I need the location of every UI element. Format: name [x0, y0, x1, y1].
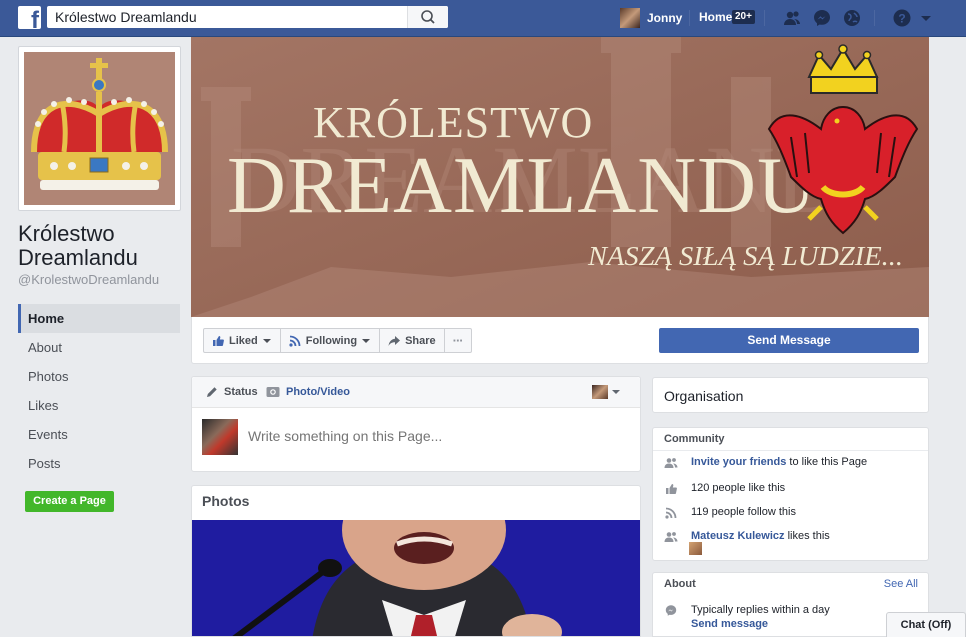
nav-item-events[interactable]: Events: [18, 420, 180, 449]
tab-photo-video[interactable]: Photo/Video: [266, 386, 350, 398]
post-composer: Status Photo/Video: [191, 376, 641, 472]
search-box: [47, 6, 448, 28]
tab-photo-video-label: Photo/Video: [286, 386, 350, 398]
nav-item-home[interactable]: Home: [18, 304, 180, 333]
top-bar: f Jonny Home 20+ ?: [0, 0, 966, 37]
invite-friends-row: Invite your friends to like this Page: [664, 456, 867, 469]
post-input[interactable]: [248, 428, 628, 444]
notifications-globe-icon[interactable]: [842, 8, 862, 28]
photos-title[interactable]: Photos: [192, 486, 640, 520]
following-button[interactable]: Following: [281, 329, 381, 352]
cover-title-line1: KRÓLESTWO: [313, 98, 593, 147]
profile-picture[interactable]: [18, 46, 181, 211]
likes-count[interactable]: 120 people like this: [691, 482, 785, 494]
page-action-bar: Liked Following Share ··· Send Message: [191, 317, 929, 364]
community-title[interactable]: Community: [653, 428, 928, 451]
likes-count-row: 120 people like this: [664, 482, 785, 495]
tab-status[interactable]: Status: [206, 386, 258, 398]
post-as-selector[interactable]: [592, 385, 621, 399]
send-message-link[interactable]: Send message: [691, 617, 830, 631]
friend-avatar[interactable]: [689, 542, 702, 555]
photos-section: Photos: [191, 485, 641, 637]
svg-text:?: ?: [898, 12, 905, 26]
send-message-button[interactable]: Send Message: [659, 328, 919, 353]
camera-icon: [266, 387, 280, 397]
more-options-button[interactable]: ···: [445, 329, 471, 352]
friend-name-link[interactable]: Mateusz Kulewicz: [691, 530, 785, 542]
category-organisation[interactable]: Organisation: [652, 377, 929, 413]
page-buttons: Liked Following Share ···: [203, 328, 472, 353]
nav-item-photos[interactable]: Photos: [18, 362, 180, 391]
composer-body: [192, 408, 640, 471]
invite-friends-link[interactable]: Invite your friends: [691, 456, 786, 468]
photo-thumbnail[interactable]: [192, 520, 640, 636]
cover-motto: NASZĄ SIŁĄ SĄ LUDZIE...: [587, 241, 903, 271]
see-all-link[interactable]: See All: [884, 573, 918, 595]
post-as-avatar: [592, 385, 608, 399]
left-navigation: Home About Photos Likes Events Posts: [18, 304, 180, 478]
friend-requests-icon[interactable]: [782, 8, 802, 28]
cover-artwork: DREAMLAND KRÓLESTWO DREAMLANDU NASZĄ SIŁ…: [191, 37, 929, 317]
nav-item-posts[interactable]: Posts: [18, 449, 180, 478]
community-card: Community Invite your friends to like th…: [652, 427, 929, 561]
about-title[interactable]: About: [664, 578, 696, 590]
search-input[interactable]: [47, 6, 407, 28]
rss-feed-icon: [665, 507, 677, 519]
liked-button[interactable]: Liked: [204, 329, 281, 352]
invite-friends-text: to like this Page: [786, 456, 868, 468]
messenger-icon[interactable]: [812, 8, 832, 28]
rss-feed-icon: [289, 335, 301, 347]
chevron-down-icon: [262, 338, 271, 343]
user-name: Jonny: [647, 11, 683, 25]
messenger-icon: [665, 605, 677, 616]
user-profile-link[interactable]: Jonny: [620, 7, 682, 29]
chevron-down-icon: [612, 390, 620, 394]
cover-crown-icon: [807, 44, 879, 94]
home-link[interactable]: Home: [699, 10, 732, 24]
nav-divider: [689, 10, 690, 26]
chevron-down-icon[interactable]: [916, 8, 936, 28]
liked-label: Liked: [229, 334, 258, 347]
help-icon[interactable]: ?: [892, 8, 912, 28]
nav-divider: [764, 10, 765, 26]
response-time-text: Typically replies within a day: [691, 604, 830, 616]
composer-avatar: [202, 419, 238, 455]
share-label: Share: [405, 334, 436, 347]
more-options-icon: ···: [452, 333, 464, 348]
about-header: About See All: [653, 573, 928, 596]
share-button[interactable]: Share: [380, 329, 445, 352]
cover-title-line2: DREAMLANDU: [227, 142, 817, 230]
thumbs-up-icon: [666, 484, 677, 494]
photo-image: [192, 520, 640, 636]
create-page-button[interactable]: Create a Page: [25, 491, 114, 512]
share-arrow-icon: [388, 335, 401, 346]
following-label: Following: [305, 334, 358, 347]
nav-item-about[interactable]: About: [18, 333, 180, 362]
follows-count-row: 119 people follow this: [664, 506, 796, 519]
page-title: Królestwo Dreamlandu: [18, 221, 138, 270]
home-badge: 20+: [732, 10, 755, 24]
follows-count: 119 people follow this: [691, 506, 796, 518]
page-handle: @KrolestwoDreamlandu: [18, 272, 160, 287]
chat-bar-button[interactable]: Chat (Off): [886, 612, 966, 637]
tab-status-label: Status: [224, 386, 258, 398]
nav-divider: [874, 10, 875, 26]
user-avatar: [620, 8, 640, 28]
cover-photo[interactable]: DREAMLAND KRÓLESTWO DREAMLANDU NASZĄ SIŁ…: [191, 37, 929, 317]
search-icon: [421, 10, 435, 24]
friend-likes-text: likes this: [784, 530, 830, 542]
crown-logo-icon: [24, 52, 175, 205]
friends-icon: [664, 532, 678, 542]
chevron-down-icon: [362, 338, 371, 343]
friends-icon: [664, 458, 678, 468]
search-button[interactable]: [407, 6, 448, 28]
thumbs-up-icon: [213, 335, 224, 346]
response-time-row: Typically replies within a day Send mess…: [664, 603, 830, 631]
composer-tabs: Status Photo/Video: [192, 377, 640, 408]
pencil-icon: [207, 387, 217, 397]
facebook-logo-icon[interactable]: f: [18, 6, 41, 29]
nav-item-likes[interactable]: Likes: [18, 391, 180, 420]
